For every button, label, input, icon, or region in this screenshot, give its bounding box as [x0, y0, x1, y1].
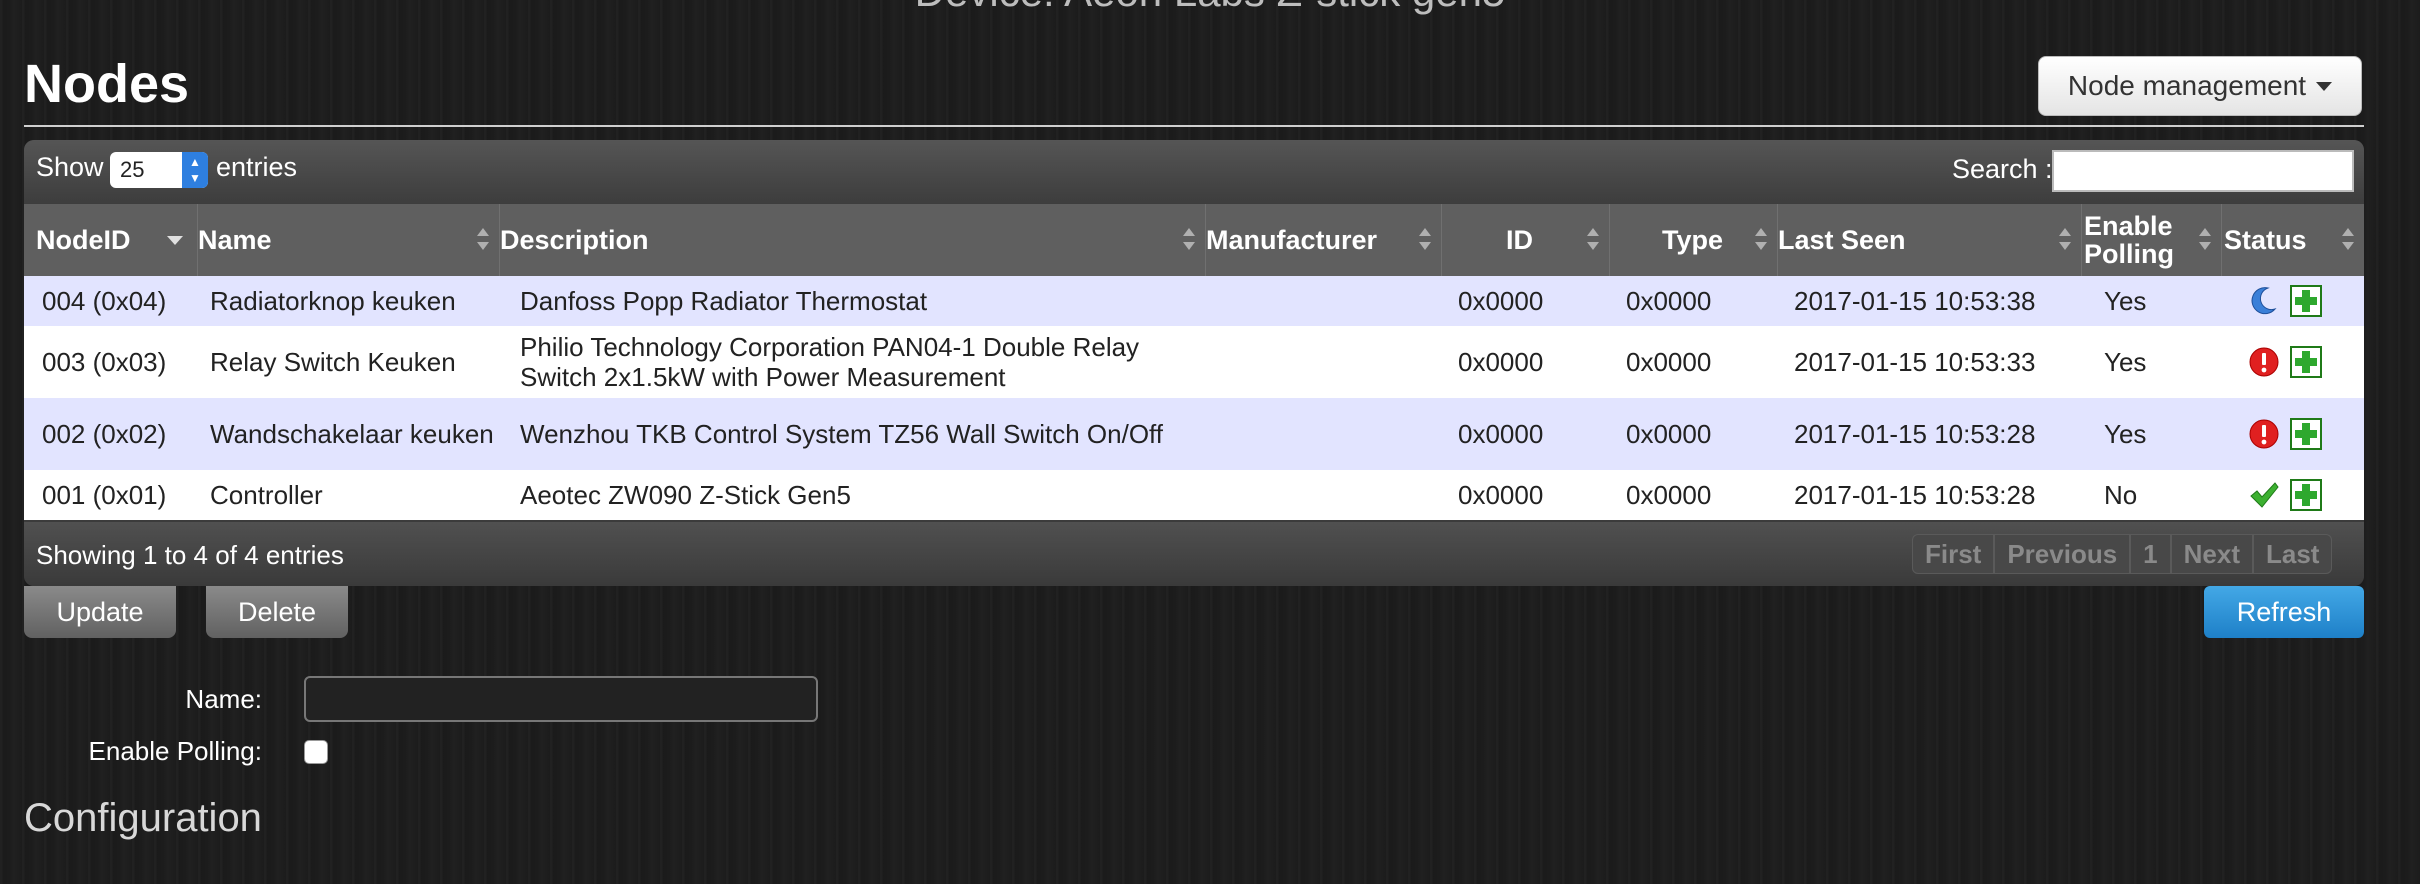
sort-icon — [477, 228, 489, 252]
show-label: Show — [36, 152, 104, 182]
table-footer: Showing 1 to 4 of 4 entries First Previo… — [24, 522, 2364, 586]
sort-icon — [1419, 228, 1431, 252]
column-header-type[interactable]: Type — [1610, 204, 1778, 276]
table-row[interactable]: 004 (0x04) Radiatorknop keuken Danfoss Pop… — [24, 276, 2364, 326]
column-header-status[interactable]: Status — [2222, 204, 2364, 276]
page-title: Nodes — [24, 54, 190, 114]
delete-button[interactable]: Delete — [206, 586, 348, 638]
cell-description: Wenzhou TKB Control System TZ56 Wall Swi… — [520, 419, 1164, 449]
cell-last-seen: 2017-01-15 10:53:28 — [1794, 480, 2036, 510]
entries-label: entries — [216, 152, 298, 182]
table-toolbar: Show 25 ▲ ▼ entries Search : — [24, 140, 2364, 204]
search-input[interactable] — [2052, 150, 2354, 192]
entries-length-value: 25 — [120, 157, 145, 182]
sort-desc-icon — [167, 236, 183, 245]
sort-icon — [1183, 228, 1195, 252]
name-label: Name: — [185, 684, 262, 714]
pagination: First Previous 1 Next Last — [1912, 534, 2333, 574]
cell-enable-polling: Yes — [2104, 286, 2147, 316]
pager-next[interactable]: Next — [2170, 534, 2253, 574]
update-button[interactable]: Update — [24, 586, 176, 638]
cell-last-seen: 2017-01-15 10:53:38 — [1794, 286, 2036, 316]
cell-id: 0x0000 — [1458, 419, 1544, 449]
add-plus-icon[interactable] — [2290, 418, 2322, 450]
cell-node-id: 001 (0x01) — [42, 480, 167, 510]
cell-manufacturer — [1206, 398, 1442, 470]
add-plus-icon[interactable] — [2290, 346, 2322, 378]
cell-enable-polling: No — [2104, 480, 2138, 510]
cell-description: Aeotec ZW090 Z-Stick Gen5 — [520, 480, 851, 510]
column-header-manufacturer[interactable]: Manufacturer — [1206, 204, 1442, 276]
select-arrows-icon: ▲ ▼ — [182, 152, 208, 188]
pager-last[interactable]: Last — [2253, 534, 2333, 574]
name-input[interactable] — [304, 676, 818, 722]
cell-name: Wandschakelaar keuken — [210, 419, 494, 449]
node-management-button[interactable]: Node management — [2038, 56, 2362, 116]
column-header-id[interactable]: ID — [1442, 204, 1610, 276]
cell-last-seen: 2017-01-15 10:53:28 — [1794, 419, 2036, 449]
error-icon — [2248, 418, 2280, 450]
column-header-name[interactable]: Name — [198, 204, 500, 276]
cell-id: 0x0000 — [1458, 480, 1544, 510]
nodes-table-panel: Show 25 ▲ ▼ entries Search : NodeID Name … — [24, 140, 2364, 586]
sort-icon — [1755, 228, 1767, 252]
caret-down-icon — [2316, 81, 2333, 91]
status-cell — [2248, 398, 2322, 470]
sort-icon — [2342, 228, 2354, 252]
cell-id: 0x0000 — [1458, 286, 1544, 316]
table-header: NodeID Name Description Manufacturer ID … — [24, 204, 2364, 276]
cell-type: 0x0000 — [1626, 419, 1712, 449]
cell-manufacturer — [1206, 276, 1442, 326]
pager-previous[interactable]: Previous — [1994, 534, 2131, 574]
cell-type: 0x0000 — [1626, 480, 1712, 510]
table-row[interactable]: 001 (0x01) Controller Aeotec ZW090 Z-Stick… — [24, 470, 2364, 520]
pager-page-1[interactable]: 1 — [2130, 534, 2171, 574]
cell-last-seen: 2017-01-15 10:53:33 — [1794, 347, 2036, 377]
column-header-description[interactable]: Description — [500, 204, 1206, 276]
cell-enable-polling: Yes — [2104, 347, 2147, 377]
cell-node-id: 002 (0x02) — [42, 419, 167, 449]
sort-icon — [1587, 228, 1599, 252]
column-header-enable-polling[interactable]: Enable Polling — [2082, 204, 2222, 276]
cell-type: 0x0000 — [1626, 286, 1712, 316]
cell-type: 0x0000 — [1626, 347, 1712, 377]
cell-id: 0x0000 — [1458, 347, 1544, 377]
cell-manufacturer — [1206, 470, 1442, 520]
add-plus-icon[interactable] — [2290, 479, 2322, 511]
cell-enable-polling: Yes — [2104, 419, 2147, 449]
column-header-last-seen[interactable]: Last Seen — [1778, 204, 2082, 276]
device-title: Device: Aeon Labs Z-stick gen5 — [0, 0, 2420, 14]
status-cell — [2248, 326, 2322, 398]
cell-description: Philio Technology Corporation PAN04-1 Do… — [520, 332, 1140, 392]
sort-icon — [2059, 228, 2071, 252]
enable-polling-label: Enable Polling: — [88, 736, 262, 766]
cell-description: Danfoss Popp Radiator Thermostat — [520, 286, 928, 316]
search-label: Search : — [1952, 154, 2053, 184]
refresh-button[interactable]: Refresh — [2204, 586, 2364, 638]
status-cell — [2248, 470, 2322, 520]
title-divider — [24, 125, 2364, 127]
pager-first[interactable]: First — [1912, 534, 1995, 574]
enable-polling-checkbox[interactable] — [304, 740, 328, 764]
error-icon — [2248, 346, 2280, 378]
cell-name: Radiatorknop keuken — [210, 286, 456, 316]
entries-length-select[interactable]: 25 ▲ ▼ — [110, 152, 208, 188]
ok-check-icon — [2248, 479, 2280, 511]
cell-name: Relay Switch Keuken — [210, 347, 456, 377]
add-plus-icon[interactable] — [2290, 285, 2322, 317]
cell-manufacturer — [1206, 326, 1442, 398]
table-row[interactable]: 002 (0x02) Wandschakelaar keuken Wenzhou T… — [24, 398, 2364, 470]
table-row[interactable]: 003 (0x03) Relay Switch Keuken Philio Tech… — [24, 326, 2364, 398]
status-cell — [2248, 276, 2322, 326]
sort-icon — [2199, 228, 2211, 252]
cell-node-id: 004 (0x04) — [42, 286, 167, 316]
cell-name: Controller — [210, 480, 323, 510]
configuration-heading: Configuration — [24, 796, 262, 840]
sleeping-moon-icon — [2248, 285, 2280, 317]
node-management-label: Node management — [2067, 70, 2307, 101]
cell-node-id: 003 (0x03) — [42, 347, 167, 377]
column-header-nodeid[interactable]: NodeID — [24, 204, 198, 276]
table-info: Showing 1 to 4 of 4 entries — [36, 540, 344, 570]
